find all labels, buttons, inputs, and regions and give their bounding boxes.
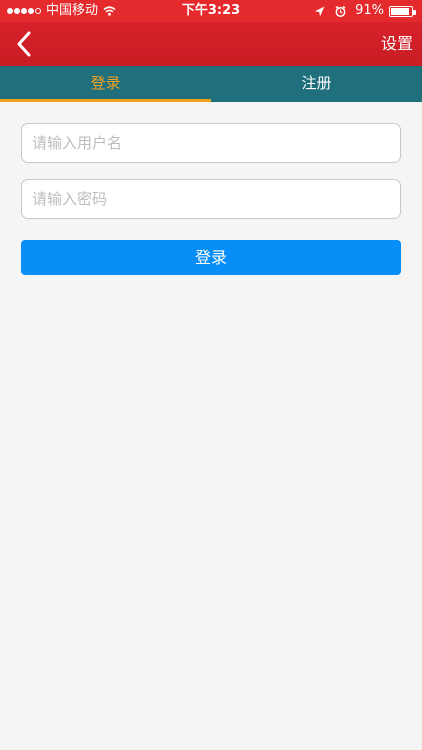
battery-icon: [389, 5, 416, 17]
login-screen: 中国移动 下午3:23 91% 设置 登录 注册 请输入用户名 登录: [0, 0, 422, 750]
login-button[interactable]: 登录: [21, 240, 401, 275]
settings-button[interactable]: 设置: [381, 32, 413, 56]
alarm-clock-icon: [334, 5, 347, 18]
tab-login[interactable]: 登录: [0, 66, 211, 102]
location-arrow-icon: [313, 5, 326, 18]
battery-percent: 91%: [355, 3, 384, 18]
auth-tab-bar: 登录 注册: [0, 66, 422, 102]
battery-cap: [413, 9, 416, 15]
password-input[interactable]: [21, 179, 401, 219]
navigation-bar: 设置: [0, 22, 422, 66]
status-bar-right: 91%: [313, 3, 416, 19]
username-input[interactable]: [21, 123, 401, 163]
battery-level-fill: [391, 7, 409, 15]
active-tab-indicator: [0, 99, 211, 102]
chevron-left-icon: [17, 31, 31, 57]
back-button[interactable]: [10, 29, 38, 59]
status-bar: 中国移动 下午3:23 91%: [0, 0, 422, 22]
tab-register[interactable]: 注册: [211, 66, 422, 102]
